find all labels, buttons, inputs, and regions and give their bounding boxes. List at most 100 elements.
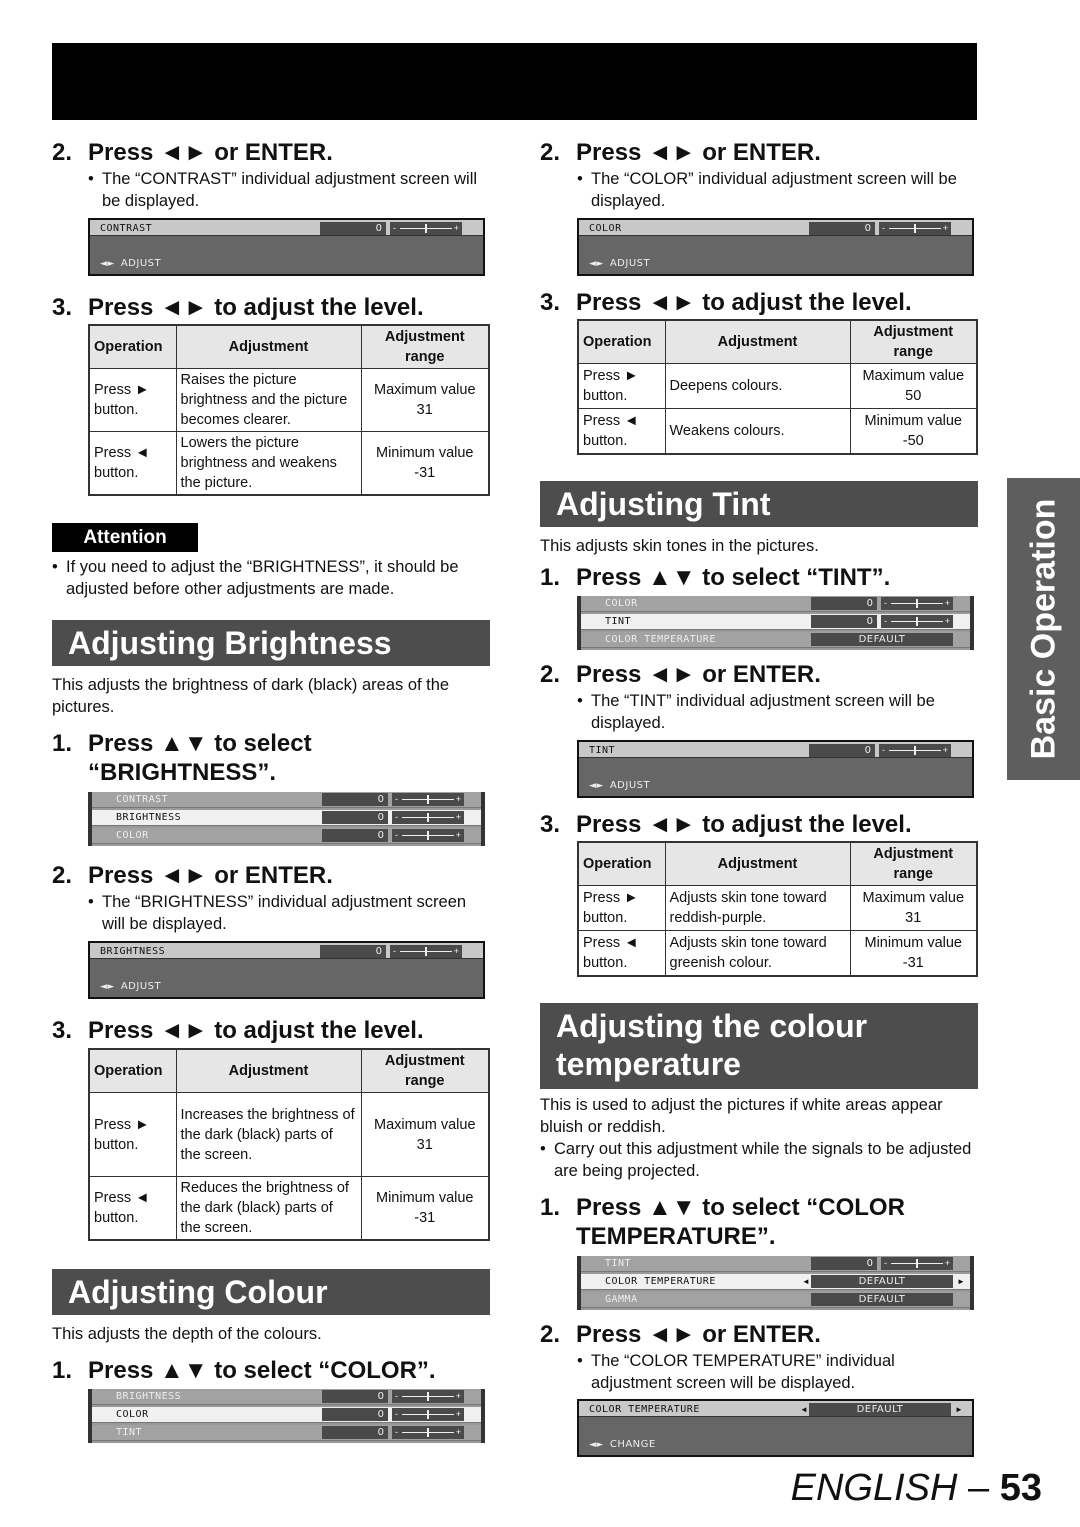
table-header-row: Operation Adjustment Adjustment range	[88, 324, 490, 369]
osd-slider: - +	[392, 1390, 464, 1403]
brightness-step-2-note: • The “BRIGHTNESS” individual adjustment …	[88, 893, 467, 933]
osd-footer: ◄► ADJUST	[100, 981, 162, 992]
brightness-step-1: 1. Press ▲▼ to select “BRIGHTNESS”.	[52, 730, 312, 786]
left-right-arrow-icon: ◄►	[100, 259, 115, 269]
brightness-step-3: 3. Press ◄► to adjust the level.	[52, 1017, 424, 1044]
osd-menu-item[interactable]: TINT 0 - +	[92, 1425, 481, 1441]
table-row: Press ◄ button. Lowers the picture brigh…	[88, 431, 490, 496]
osd-slider: - +	[879, 222, 951, 235]
slider-knob	[427, 795, 429, 804]
osd-menu-item[interactable]: COLOR TEMPERATURE ◄ ► DEFAULT	[581, 1274, 970, 1290]
tint-step-2-note: • The “TINT” individual adjustment screen…	[577, 692, 935, 732]
osd-slider: - +	[392, 811, 464, 824]
colour-osd-menu: BRIGHTNESS 0 - + COLOR 0 - + TINT 0 - +	[88, 1389, 485, 1443]
slider-knob	[916, 599, 918, 608]
tint-section-heading: Adjusting Tint	[540, 481, 978, 527]
osd-footer: ◄► ADJUST	[100, 258, 162, 269]
slider-knob	[427, 1392, 429, 1401]
attention-label: Attention	[52, 523, 198, 552]
left-right-arrow-icon: ◄►	[100, 982, 115, 992]
osd-menu-item[interactable]: COLOR 0 - +	[92, 1407, 481, 1423]
osd-menu-item[interactable]: TINT 0 - +	[581, 1256, 970, 1272]
osd-menu-item[interactable]: COLOR 0 - +	[581, 596, 970, 612]
attention-note: • If you need to adjust the “BRIGHTNESS”,…	[52, 558, 459, 598]
tint-step-3: 3. Press ◄► to adjust the level.	[540, 811, 912, 838]
brightness-step-2: 2. Press ◄► or ENTER.	[52, 862, 333, 889]
left-right-arrow-icon: ◄►	[589, 781, 604, 791]
osd-menu-item-value: 0	[322, 1408, 388, 1421]
slider-knob	[916, 1259, 918, 1268]
osd-menu-item-value: 0	[322, 1390, 388, 1403]
tint-osd-menu: COLOR 0 - + TINT 0 - + COLOR TEMPERATURE DEFAULT	[577, 596, 974, 650]
tint-step-1: 1. Press ▲▼ to select “TINT”.	[540, 564, 891, 591]
slider-knob	[427, 831, 429, 840]
page-footer: ENGLISH – 53	[790, 1467, 1042, 1509]
colour-temperature-section-heading: Adjusting the colour temperature	[540, 1003, 978, 1089]
osd-label: BRIGHTNESS	[100, 946, 166, 957]
osd-menu-item-value: 0	[322, 793, 388, 806]
osd-menu-item-value: 0	[322, 1426, 388, 1439]
osd-menu-item-value: 0	[811, 1257, 877, 1270]
osd-menu-item-label: TINT	[605, 616, 632, 627]
osd-menu-item-label: COLOR TEMPERATURE	[605, 1276, 716, 1287]
osd-menu-item-label: BRIGHTNESS	[116, 1391, 182, 1402]
osd-footer: ◄► ADJUST	[589, 258, 651, 269]
slider-knob	[427, 1428, 429, 1437]
tint-step-2: 2. Press ◄► or ENTER.	[540, 661, 821, 688]
osd-menu-item-value: 0	[322, 829, 388, 842]
colour-step-2: 2. Press ◄► or ENTER.	[540, 139, 821, 166]
colour-step-3: 3. Press ◄► to adjust the level.	[540, 289, 912, 316]
colour-step-1: 1. Press ▲▼ to select “COLOR”.	[52, 1357, 436, 1384]
tint-osd-screen: TINT 0 - + ◄► ADJUST	[577, 740, 974, 798]
osd-menu-item-value: 0	[811, 597, 877, 610]
osd-slider: - +	[390, 222, 462, 235]
osd-menu-item-label: TINT	[605, 1258, 632, 1269]
osd-menu-item[interactable]: COLOR 0 - +	[92, 828, 481, 844]
colour-temperature-step-2-note: • The “COLOR TEMPERATURE” individual adju…	[577, 1352, 895, 1392]
colour-step-2-note: • The “COLOR” individual adjustment scree…	[577, 170, 957, 210]
osd-menu-item-value: DEFAULT	[811, 1275, 953, 1288]
arrow-left-icon: ◄	[802, 1277, 810, 1286]
osd-value: DEFAULT	[809, 1403, 951, 1416]
osd-menu-item-label: COLOR	[605, 598, 638, 609]
contrast-step-3: 3. Press ◄► to adjust the level.	[52, 294, 424, 321]
osd-menu-item[interactable]: TINT 0 - +	[581, 614, 970, 630]
table-header-row: Operation Adjustment Adjustment range	[577, 319, 978, 364]
colour-osd-screen: COLOR 0 - + ◄► ADJUST	[577, 218, 974, 276]
brightness-adjustment-table: Operation Adjustment Adjustment range Pr…	[88, 1048, 490, 1241]
osd-menu-item-value: 0	[322, 811, 388, 824]
arrow-right-icon: ►	[957, 1277, 965, 1286]
slider-knob	[427, 813, 429, 822]
osd-menu-item-value: DEFAULT	[811, 633, 953, 646]
osd-menu-item-label: TINT	[116, 1427, 143, 1438]
osd-value: 0	[320, 945, 386, 958]
osd-menu-item[interactable]: BRIGHTNESS 0 - +	[92, 1389, 481, 1405]
contrast-osd-screen: CONTRAST 0 - + ◄► ADJUST	[88, 218, 485, 276]
brightness-intro: This adjusts the brightness of dark (bla…	[52, 676, 450, 716]
osd-footer: ◄► CHANGE	[589, 1439, 656, 1450]
colour-intro: This adjusts the depth of the colours.	[52, 1325, 322, 1343]
osd-menu-item[interactable]: BRIGHTNESS 0 - +	[92, 810, 481, 826]
osd-menu-item[interactable]: GAMMA DEFAULT	[581, 1292, 970, 1308]
arrow-right-icon: ►	[955, 1405, 963, 1414]
osd-slider: - +	[392, 1426, 464, 1439]
osd-menu-item-label: COLOR TEMPERATURE	[605, 634, 716, 645]
left-right-arrow-icon: ◄►	[589, 259, 604, 269]
table-row: Press ► button. Increases the brightness…	[88, 1092, 490, 1177]
header-bar	[52, 43, 977, 120]
osd-label: CONTRAST	[100, 223, 153, 234]
colour-temperature-note: • Carry out this adjustment while the sig…	[540, 1140, 972, 1180]
tint-intro: This adjusts skin tones in the pictures.	[540, 537, 819, 555]
table-header-row: Operation Adjustment Adjustment range	[577, 841, 978, 886]
osd-slider: - +	[390, 945, 462, 958]
colour-temperature-step-1: 1. Press ▲▼ to select “COLOR TEMPERATURE”…	[540, 1194, 905, 1250]
osd-menu-item-value: DEFAULT	[811, 1293, 953, 1306]
osd-label: COLOR TEMPERATURE	[589, 1404, 700, 1415]
brightness-osd-menu: CONTRAST 0 - + BRIGHTNESS 0 - + COLOR 0 - +	[88, 792, 485, 846]
osd-menu-item[interactable]: COLOR TEMPERATURE DEFAULT	[581, 632, 970, 648]
osd-menu-item-label: CONTRAST	[116, 794, 169, 805]
slider-knob	[427, 1410, 429, 1419]
osd-menu-item[interactable]: CONTRAST 0 - +	[92, 792, 481, 808]
colour-adjustment-table: Operation Adjustment Adjustment range Pr…	[577, 319, 978, 455]
table-row: Press ◄ button. Adjusts skin tone toward…	[577, 930, 978, 976]
